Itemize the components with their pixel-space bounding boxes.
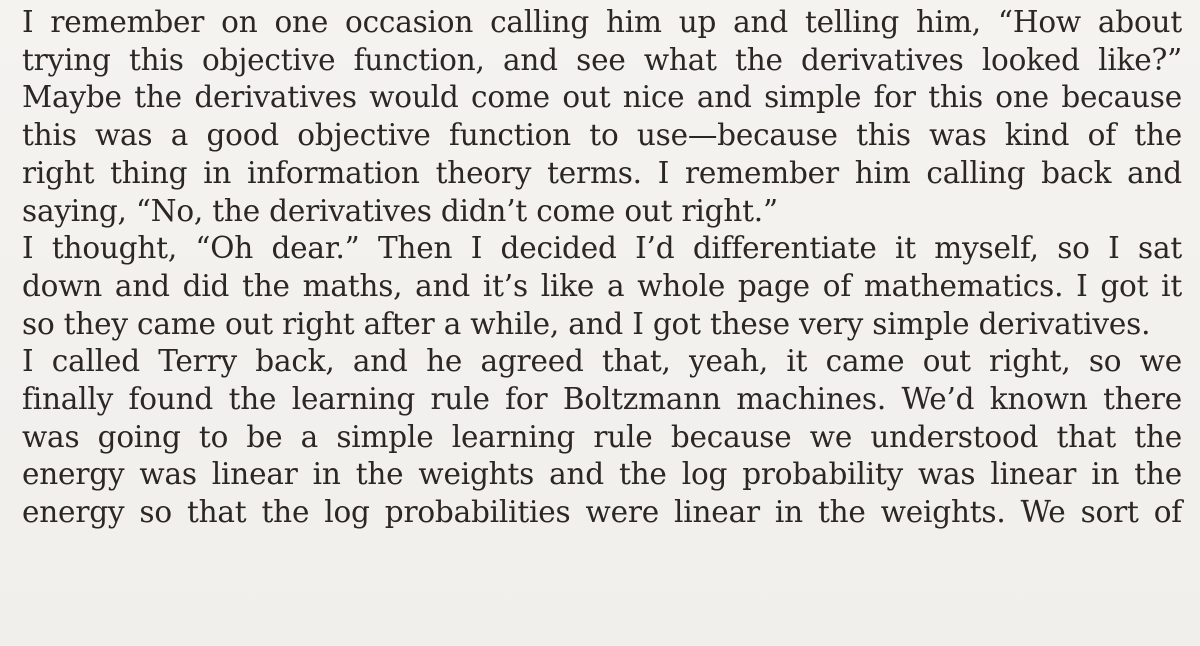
text-line: down and did the maths, and it’s like a … [22,268,1182,303]
text-line: this was a good objective function to us… [22,118,1182,153]
text-line: energy so that the log probabilities wer… [22,495,1182,530]
text-line: right thing in information theory terms.… [22,155,1182,190]
text-line: trying this objective function, and see … [22,42,1182,77]
text-line: so they came out right after a while, an… [22,306,1151,341]
text-line: I called Terry back, and he agreed that,… [22,344,1182,379]
paragraph-3: I called Terry back, and he agreed that,… [22,343,1182,532]
paragraph-1: I remember on one occasion calling him u… [22,4,1182,230]
text-line: Maybe the derivatives would come out nic… [22,80,1182,115]
book-page-excerpt: I remember on one occasion calling him u… [0,0,1200,646]
text-line: saying, “No, the derivatives didn’t come… [22,193,778,228]
text-line: was going to be a simple learning rule b… [22,419,1182,454]
text-line: energy was linear in the weights and the… [22,457,1182,492]
text-line: I thought, “Oh dear.” Then I decided I’d… [22,231,1182,266]
text-line: finally found the learning rule for Bolt… [22,382,1182,417]
text-line: I remember on one occasion calling him u… [22,5,1182,39]
paragraph-2: I thought, “Oh dear.” Then I decided I’d… [22,230,1182,343]
